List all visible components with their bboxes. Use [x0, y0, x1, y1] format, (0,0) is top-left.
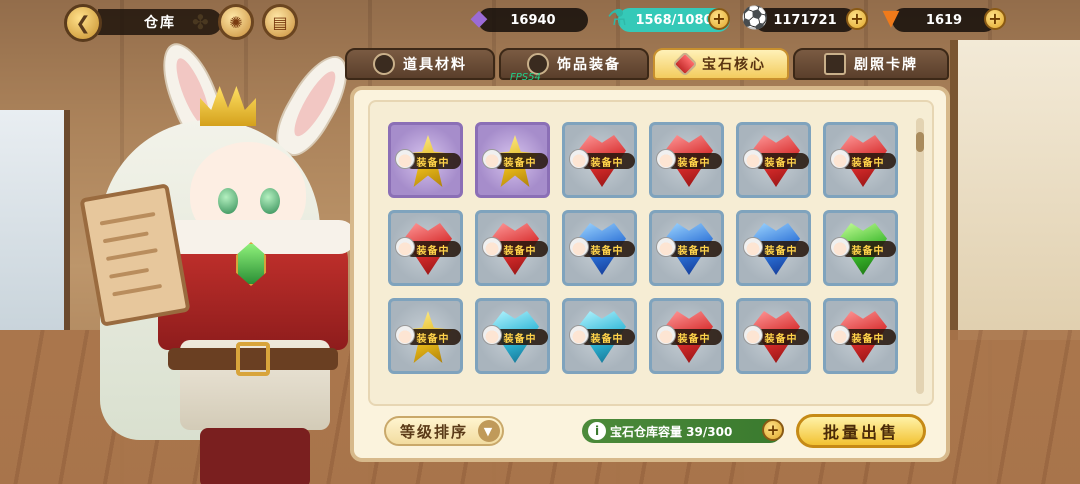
gem-slot[interactable]: 装备中 — [649, 122, 724, 198]
fps-counter: FPS54 — [510, 72, 541, 83]
character-avatar-icon — [830, 149, 850, 169]
character-avatar-icon — [482, 325, 502, 345]
energy-plus-button[interactable]: + — [708, 8, 730, 30]
tab-label: 饰品装备 — [557, 57, 621, 73]
gem-slot[interactable]: 装备中 — [649, 298, 724, 374]
character-avatar-icon — [743, 237, 763, 257]
character-illustration — [40, 30, 361, 484]
capacity-label: 宝石仓库容量 39/300 — [610, 424, 733, 439]
sort-label: 等级排序 — [400, 422, 469, 441]
character-avatar-icon — [830, 325, 850, 345]
capacity-plus-button[interactable]: + — [762, 419, 784, 441]
carrot-icon: ▼ — [882, 5, 900, 31]
tab-photo-cards[interactable]: 剧照卡牌 — [793, 48, 949, 80]
character-avatar-icon — [395, 149, 415, 169]
character-avatar-icon — [569, 325, 589, 345]
character-avatar-icon — [482, 149, 502, 169]
gem-slot[interactable]: 装备中 — [823, 298, 898, 374]
tab-items[interactable]: 道具材料 — [345, 48, 495, 80]
character-avatar-icon — [482, 237, 502, 257]
character-avatar-icon — [569, 237, 589, 257]
sort-dropdown[interactable]: 等级排序 ▼ — [384, 416, 504, 446]
book-icon: ▤ — [272, 12, 288, 32]
carrot-plus-button[interactable]: + — [984, 8, 1006, 30]
gem-slot[interactable]: 装备中 — [562, 122, 637, 198]
character-avatar-icon — [830, 237, 850, 257]
gem-slot[interactable]: 装备中 — [736, 298, 811, 374]
character-avatar-icon — [395, 325, 415, 345]
scroll-thumb[interactable] — [916, 132, 924, 152]
character-avatar-icon — [569, 149, 589, 169]
character-avatar-icon — [395, 237, 415, 257]
gem-grid: 装备中 装备中 装备中 装备中 装备中 装备中 装备中 装备中 装备中 装备中 装备中 装备中 装备中装… — [388, 122, 898, 374]
compass-icon: ✺ — [229, 12, 243, 32]
character-avatar-icon — [743, 325, 763, 345]
gem-slot[interactable]: 装备中 — [823, 210, 898, 286]
character-avatar-icon — [656, 237, 676, 257]
character-avatar-icon — [656, 149, 676, 169]
category-tabs: 道具材料 饰品装备 宝石核心 剧照卡牌 — [345, 48, 950, 84]
character-avatar-icon — [656, 325, 676, 345]
card-icon — [824, 53, 846, 75]
carrot-counter: 1619 — [892, 8, 996, 32]
potion-icon: ⚗ — [607, 5, 627, 31]
coin-value: 1171721 — [773, 12, 837, 28]
gem-slot[interactable]: 装备中 — [823, 122, 898, 198]
gem-slot[interactable]: 装备中 — [475, 210, 550, 286]
gem-slot[interactable]: 装备中 — [736, 122, 811, 198]
crystal-value: 16940 — [510, 12, 556, 28]
red-gem-icon — [672, 51, 698, 77]
potion-bag-icon — [373, 53, 395, 75]
capacity-bar: i 宝石仓库容量 39/300 + — [582, 419, 784, 443]
energy-value: 1568/1080 — [635, 12, 713, 28]
gem-slot[interactable]: 装备中 — [562, 210, 637, 286]
gem-slot[interactable]: 装备中 — [388, 122, 463, 198]
belt-buckle — [236, 342, 270, 376]
gem-slot[interactable]: 装备中 — [388, 298, 463, 374]
purple-crystal-icon: ◆ — [470, 5, 488, 31]
carrot-value: 1619 — [925, 12, 963, 28]
crystal-counter: 16940 — [478, 8, 588, 32]
chevron-down-icon: ▼ — [478, 420, 500, 442]
inventory-panel: 装备中 装备中 装备中 装备中 装备中 装备中 装备中 装备中 装备中 装备中 装备中 装备中 装备中装… — [350, 86, 950, 462]
gem-slot[interactable]: 装备中 — [562, 298, 637, 374]
background-wall-right — [950, 40, 1080, 340]
gem-slot[interactable]: 装备中 — [388, 210, 463, 286]
soccer-ball-icon: ⚽ — [741, 5, 769, 31]
tab-label: 剧照卡牌 — [854, 57, 918, 73]
gem-slot[interactable]: 装备中 — [649, 210, 724, 286]
gem-grid-viewport[interactable]: 装备中 装备中 装备中 装备中 装备中 装备中 装备中 装备中 装备中 装备中 装备中 装备中 装备中装… — [368, 100, 934, 406]
character-avatar-icon — [743, 149, 763, 169]
gem-slot[interactable]: 装备中 — [475, 298, 550, 374]
gem-slot[interactable]: 装备中 — [475, 122, 550, 198]
tab-label: 宝石核心 — [702, 57, 766, 73]
bulk-sell-button[interactable]: 批量出售 — [796, 414, 926, 448]
character-legs — [200, 428, 310, 484]
tab-label: 道具材料 — [403, 57, 467, 73]
scrollbar[interactable] — [916, 118, 924, 394]
tab-gem-cores[interactable]: 宝石核心 — [653, 48, 789, 80]
coin-plus-button[interactable]: + — [846, 8, 868, 30]
info-icon[interactable]: i — [588, 422, 606, 440]
gem-slot[interactable]: 装备中 — [736, 210, 811, 286]
